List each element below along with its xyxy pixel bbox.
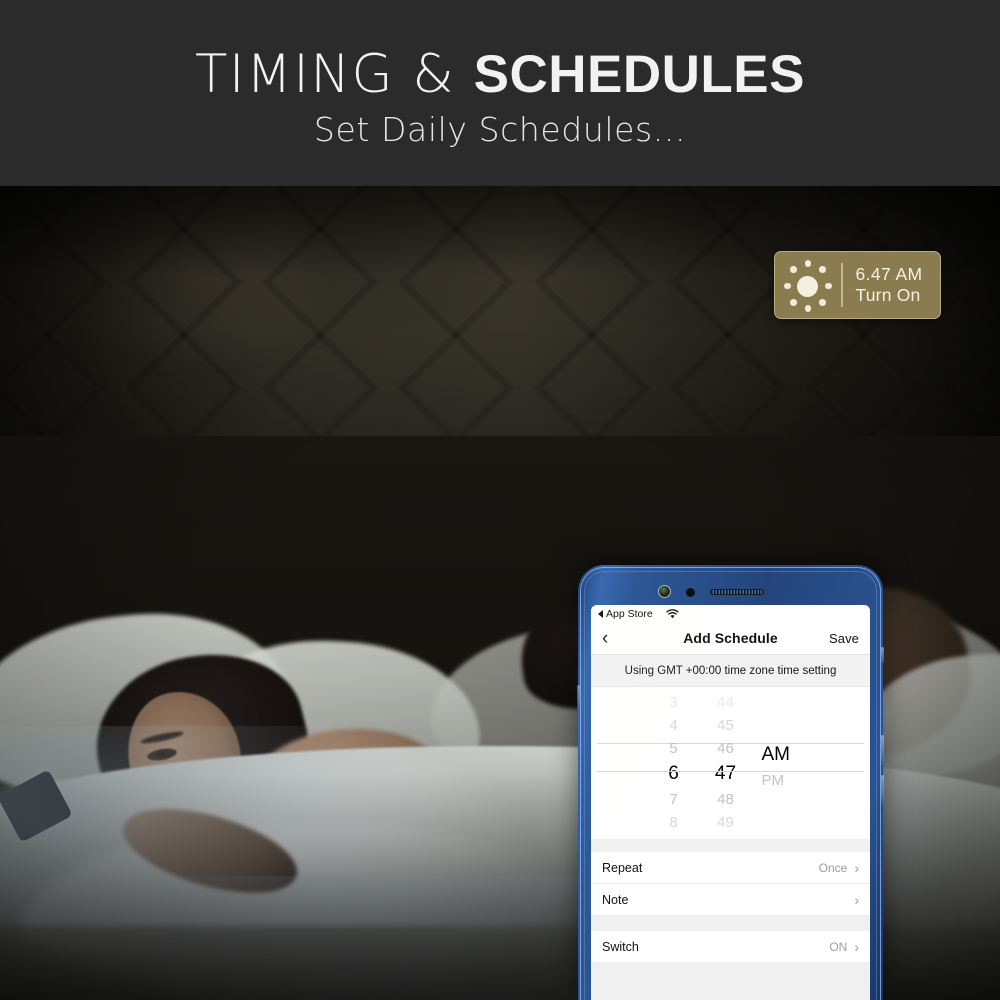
hour-option[interactable]: 5 <box>648 737 700 760</box>
meridiem-column[interactable]: AM PM <box>752 687 814 839</box>
header-band: TIMING & SCHEDULES Set Daily Schedules..… <box>0 0 1000 186</box>
picker-selection-line-bottom <box>597 771 864 772</box>
page-subtitle: Set Daily Schedules... <box>313 110 687 149</box>
sun-ray <box>784 282 791 289</box>
row-switch[interactable]: Switch ON › <box>591 931 870 963</box>
hour-option[interactable]: 3 <box>648 691 700 714</box>
hour-option[interactable]: 7 <box>648 788 700 811</box>
front-camera-icon <box>658 585 671 598</box>
sun-ray <box>804 260 811 267</box>
section-gap <box>591 839 870 852</box>
phone-volume-up-button[interactable] <box>881 735 884 765</box>
badge-time: 6.47 AM <box>855 263 923 284</box>
minute-option[interactable]: 49 <box>700 811 752 834</box>
row-repeat[interactable]: Repeat Once › <box>591 852 870 884</box>
minute-option[interactable]: 50 <box>700 834 752 839</box>
smartphone-mockup: App Store ‹ Add Schedule Save Using GMT … <box>577 565 884 1000</box>
row-value-wrap: Once › <box>819 861 859 875</box>
back-to-app-icon[interactable] <box>598 609 603 618</box>
title-bold-part: SCHEDULES <box>473 45 805 104</box>
sun-ray <box>819 299 826 306</box>
hour-option-selected[interactable]: 6 <box>648 760 700 788</box>
time-picker[interactable]: 3 4 5 6 7 8 9 44 45 46 47 48 49 50 <box>591 687 870 839</box>
minute-option[interactable]: 45 <box>700 714 752 737</box>
proximity-sensor-icon <box>686 587 695 597</box>
chevron-right-icon[interactable]: › <box>854 861 859 875</box>
list-footer-area <box>591 963 870 1000</box>
badge-action: Turn On <box>855 285 921 305</box>
minute-column[interactable]: 44 45 46 47 48 49 50 <box>700 687 752 839</box>
chevron-right-icon[interactable]: › <box>854 940 859 954</box>
hour-column[interactable]: 3 4 5 6 7 8 9 <box>648 687 700 839</box>
minute-option[interactable]: 44 <box>700 691 752 714</box>
timezone-banner: Using GMT +00:00 time zone time setting <box>591 655 870 687</box>
page-title: TIMING & SCHEDULES <box>0 44 1000 105</box>
hour-option[interactable]: 9 <box>648 834 700 839</box>
schedule-badge: 6.47 AM Turn On <box>774 251 941 319</box>
app-navbar: ‹ Add Schedule Save <box>591 622 870 655</box>
row-value: Once <box>818 860 848 875</box>
badge-divider <box>841 263 843 307</box>
meridiem-option[interactable]: PM <box>762 769 814 792</box>
minute-option[interactable]: 46 <box>700 737 752 760</box>
sun-ray <box>825 282 832 289</box>
row-label: Note <box>602 892 629 907</box>
chevron-right-icon[interactable]: › <box>854 893 859 907</box>
title-thin-part: TIMING & <box>195 44 474 105</box>
row-label: Switch <box>602 939 639 954</box>
hour-option[interactable]: 8 <box>648 811 700 834</box>
sun-brightness-icon <box>775 252 841 318</box>
meridiem-spacer <box>762 691 814 695</box>
chevron-left-icon[interactable]: ‹ <box>602 629 608 648</box>
row-label: Repeat <box>602 860 643 875</box>
promo-page: TIMING & SCHEDULES Set Daily Schedules..… <box>0 0 1000 1000</box>
section-gap <box>591 916 870 931</box>
row-value: ON <box>829 939 848 954</box>
hour-option[interactable]: 4 <box>648 714 700 737</box>
sun-ray <box>819 266 826 273</box>
save-button[interactable]: Save <box>829 631 859 646</box>
row-note[interactable]: Note › <box>591 884 870 916</box>
meridiem-option-selected[interactable]: AM <box>762 741 814 769</box>
earpiece-speaker-icon <box>710 589 764 595</box>
phone-volume-down-button[interactable] <box>881 775 884 805</box>
status-bar: App Store <box>591 605 870 622</box>
sun-ray <box>790 266 797 273</box>
sun-ray <box>790 299 797 306</box>
status-back-app-label[interactable]: App Store <box>606 608 653 620</box>
phone-left-side-button[interactable] <box>577 685 580 711</box>
row-value-wrap: › <box>847 893 859 907</box>
minute-option[interactable]: 48 <box>700 788 752 811</box>
sun-ray <box>804 305 811 312</box>
phone-screen: App Store ‹ Add Schedule Save Using GMT … <box>591 605 870 1000</box>
row-value-wrap: ON › <box>829 940 859 954</box>
sun-core <box>797 276 818 297</box>
minute-option-selected[interactable]: 47 <box>700 760 752 788</box>
badge-texts: 6.47 AM Turn On <box>843 264 923 307</box>
wifi-icon <box>666 608 679 619</box>
phone-side-button[interactable] <box>881 647 884 663</box>
